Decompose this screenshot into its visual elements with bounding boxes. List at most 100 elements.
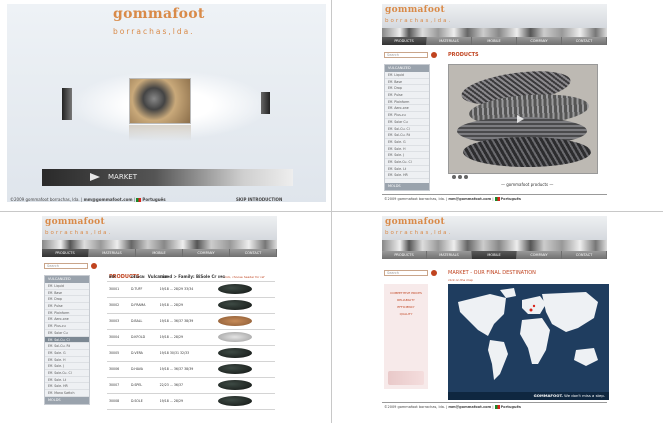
copyright: ©2009 gommafoot borrachas, lda.: [384, 197, 445, 201]
nav-contact[interactable]: CONTACT: [562, 251, 607, 259]
menu-item[interactable]: QUALITY: [384, 311, 428, 318]
sidebar-item[interactable]: Eff. Sol-Cu. Cl: [385, 126, 429, 133]
search-input[interactable]: Search: [384, 270, 428, 276]
menu-item[interactable]: EFFICIENCY: [384, 304, 428, 311]
nav-company[interactable]: COMPANY: [517, 251, 562, 259]
table-row[interactable]: 30004 D.KFOLD 19/18 ... 28/29: [107, 329, 275, 346]
nav-products[interactable]: PRODUCTS: [382, 37, 427, 45]
next-icon[interactable]: [464, 175, 468, 179]
nav-products[interactable]: PRODUCTS: [382, 251, 427, 259]
skip-intro-link[interactable]: SKIP INTRODUCTION: [236, 197, 282, 202]
nav-materials[interactable]: MATERIALS: [89, 249, 136, 257]
carousel-left-image[interactable]: [62, 88, 72, 120]
table-row[interactable]: 30003 D.BALL 19/18 ... 36/37 38/39: [107, 313, 275, 330]
sidebar-item[interactable]: Eff. Sole. J: [45, 363, 89, 370]
table-row[interactable]: 30001 D.TUFF 19/18 ... 28/29 33/34: [107, 281, 275, 298]
sidebar-item[interactable]: Eff. Aero-one: [45, 316, 89, 324]
sidebar-item[interactable]: Eff. Sol-Cu. Rt: [45, 343, 89, 350]
sidebar-item[interactable]: Eff. Sole-Cu. Cl: [385, 159, 429, 166]
prev-icon[interactable]: [452, 175, 456, 179]
sidebar-item[interactable]: Eff. Base: [45, 290, 89, 297]
sidebar-item[interactable]: Eff. Sole. G: [385, 139, 429, 146]
table-row[interactable]: 30002 D.FRAMA 19/18 ... 28/29: [107, 297, 275, 314]
email-link[interactable]: mm@gommafoot.com: [84, 197, 133, 202]
carousel-center-image[interactable]: [129, 78, 191, 124]
product-list-panel: gommafoot borrachas,lda. PRODUCTS MATERI…: [0, 212, 331, 423]
carousel-right-image[interactable]: [261, 92, 270, 114]
sidebar-item[interactable]: Eff. Sole. HR: [385, 172, 429, 179]
sidebar-item[interactable]: Eff. Drop: [385, 85, 429, 93]
product-thumbnail[interactable]: [218, 364, 253, 374]
product-thumbnail[interactable]: [218, 396, 253, 406]
language-link[interactable]: Português: [501, 197, 521, 201]
size-cell: 19/18 ... 28/29: [157, 329, 217, 346]
world-map-graphic: [458, 288, 598, 380]
world-map[interactable]: GOMMAFOOT. We don't miss a step.: [448, 284, 609, 400]
page-title: PRODUCTS: [448, 52, 479, 58]
product-thumbnail[interactable]: [218, 284, 253, 294]
table-row[interactable]: 30007 D.SPEL 22/23 ... 36/37: [107, 377, 275, 394]
sidebar-item[interactable]: Eff. Sole. HR: [45, 383, 89, 390]
sidebar-item[interactable]: Eff. Solar Cu: [385, 119, 429, 126]
nav-contact[interactable]: CONTACT: [562, 37, 607, 45]
nav-mobile[interactable]: MOBILE: [136, 249, 183, 257]
sidebar-item[interactable]: Eff. Sole. Lt: [385, 166, 429, 173]
email-link[interactable]: mm@gommafoot.com: [448, 197, 491, 201]
nav-contact[interactable]: CONTACT: [230, 249, 277, 257]
sidebar-item[interactable]: Eff. Base: [385, 79, 429, 86]
sidebar-item[interactable]: Eff. Sole. H: [385, 146, 429, 153]
search-go-icon[interactable]: [431, 270, 437, 276]
play-icon[interactable]: [458, 175, 462, 179]
search-input[interactable]: Search: [44, 263, 88, 269]
nav-materials[interactable]: MATERIALS: [427, 251, 472, 259]
sidebar-item[interactable]: Eff. Plus-cu: [45, 323, 89, 330]
market-bar[interactable]: MARKET: [42, 169, 293, 186]
menu-item[interactable]: RELIABILITY: [384, 297, 428, 304]
table-row[interactable]: 30008 D.SOLE 19/18 ... 28/29: [107, 393, 275, 410]
sidebar-item[interactable]: Eff. Solar Cu: [45, 330, 89, 337]
product-thumbnail[interactable]: [218, 316, 253, 326]
product-thumbnail[interactable]: [218, 332, 253, 342]
sidebar-item[interactable]: Eff. Sole. H: [45, 357, 89, 364]
map-sublink[interactable]: click on the map: [448, 278, 473, 282]
sidebar-item[interactable]: Eff. Pulse: [385, 92, 429, 99]
sidebar-item[interactable]: Eff. Pulse: [45, 303, 89, 310]
nav-products[interactable]: PRODUCTS: [42, 249, 89, 257]
table-row[interactable]: 30006 D.HAVA 19/18 ... 36/37 38/39: [107, 361, 275, 378]
sidebar-item[interactable]: Eff. Liquid: [385, 72, 429, 79]
sidebar-item[interactable]: Eff. Sole-Cu. Cl: [45, 370, 89, 377]
search-go-icon[interactable]: [431, 52, 437, 58]
nav-company[interactable]: COMPANY: [517, 37, 562, 45]
greenland-shape: [500, 288, 516, 298]
sidebar-item[interactable]: Eff. Drop: [45, 296, 89, 304]
sidebar-item[interactable]: Eff. Liquid: [45, 283, 89, 290]
language-link[interactable]: Português: [501, 405, 521, 409]
sidebar-item[interactable]: Eff. Mono Switch: [45, 390, 89, 397]
sidebar-item[interactable]: Eff. Sole. G: [45, 350, 89, 357]
product-thumbnail[interactable]: [218, 348, 253, 358]
portugal-flag-icon: [494, 197, 500, 201]
sidebar-item[interactable]: Eff. Plus-cu: [385, 112, 429, 119]
table-row[interactable]: 30005 D.VERA 19/18 30/31 32/33: [107, 345, 275, 362]
size-cell: 19/18 ... 28/29: [157, 297, 217, 314]
search-input[interactable]: Search: [384, 52, 428, 58]
nav-mobile[interactable]: MOBILE: [472, 37, 517, 45]
product-thumbnail[interactable]: [218, 300, 253, 310]
product-thumbnail[interactable]: [218, 380, 253, 390]
menu-item[interactable]: COMPETITIVE PRICES: [384, 290, 428, 297]
sidebar-item-selected[interactable]: Eff. Sol-Cu. Cl: [45, 336, 89, 344]
nav-mobile[interactable]: MOBILE: [472, 251, 517, 259]
nav-company[interactable]: COMPANY: [183, 249, 230, 257]
sidebar-item[interactable]: Eff. Plainform: [385, 99, 429, 106]
sidebar-item[interactable]: Eff. Aero-one: [385, 105, 429, 113]
sidebar-item[interactable]: Eff. Sole. Lt: [45, 377, 89, 384]
email-link[interactable]: mm@gommafoot.com: [448, 405, 491, 409]
sidebar-item[interactable]: Eff. Sole. J: [385, 152, 429, 159]
play-icon[interactable]: [517, 115, 524, 123]
product-photo[interactable]: [448, 64, 598, 174]
sidebar-item[interactable]: Eff. Sol-Cu. Rt: [385, 132, 429, 139]
language-link[interactable]: Português: [142, 197, 165, 202]
sidebar-item[interactable]: Eff. Plainform: [45, 310, 89, 317]
nav-materials[interactable]: MATERIALS: [427, 37, 472, 45]
search-go-icon[interactable]: [91, 263, 97, 269]
